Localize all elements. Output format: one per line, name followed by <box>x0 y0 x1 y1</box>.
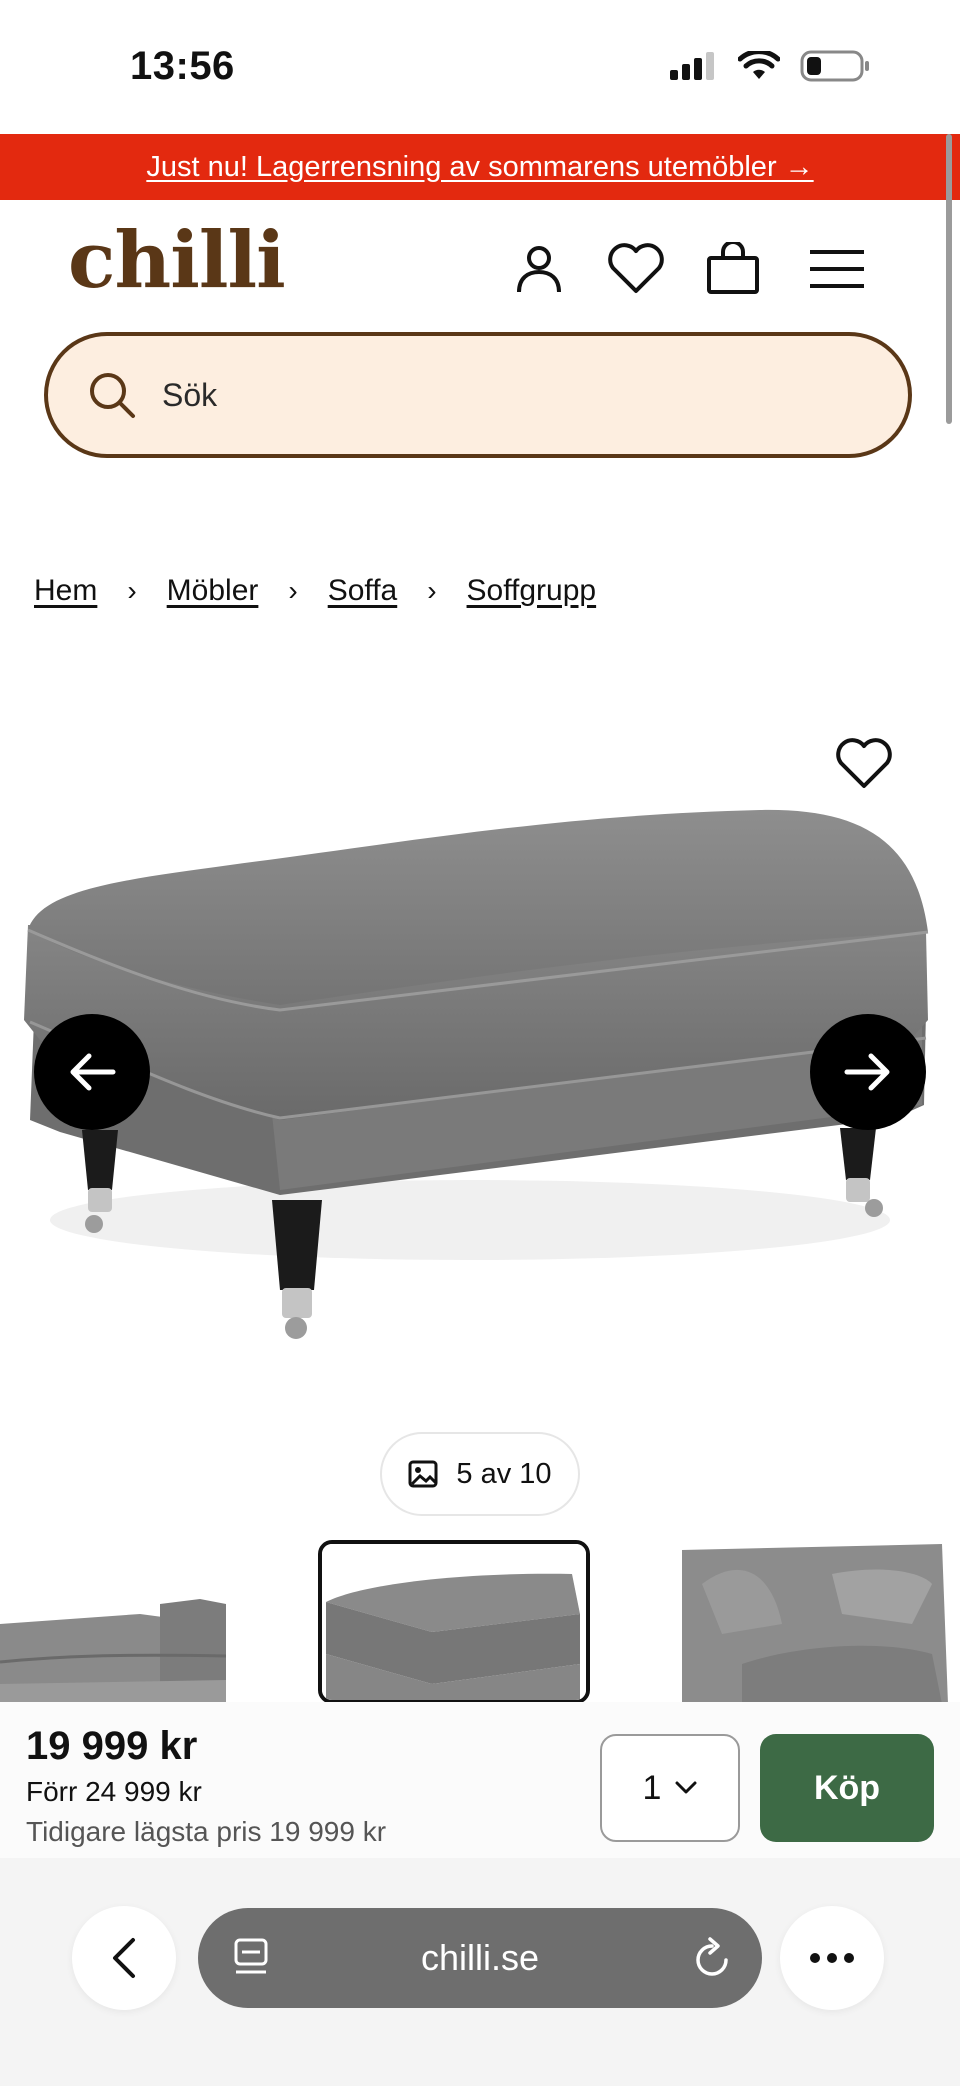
buy-button[interactable]: Köp <box>760 1734 934 1842</box>
quantity-value: 1 <box>642 1768 662 1807</box>
product-price: 19 999 kr <box>26 1724 198 1768</box>
image-counter-text: 5 av 10 <box>456 1457 552 1490</box>
previous-price: Förr 24 999 kr <box>26 1776 202 1807</box>
arrow-left-icon <box>70 1053 116 1091</box>
cart-button[interactable] <box>704 240 762 298</box>
heart-icon <box>608 243 664 293</box>
thumbnail-ottoman-active[interactable] <box>318 1540 590 1704</box>
search-icon <box>90 373 135 418</box>
back-button[interactable] <box>72 1906 176 2010</box>
breadcrumb-item-hem[interactable]: Hem <box>34 574 97 608</box>
menu-button[interactable] <box>808 240 866 298</box>
search-bar[interactable] <box>44 332 912 458</box>
chevron-down-icon <box>675 1781 697 1794</box>
logo[interactable]: chilli <box>68 222 286 300</box>
heart-icon <box>836 738 892 788</box>
address-bar[interactable]: chilli.se <box>198 1908 762 2008</box>
search-input[interactable] <box>160 375 864 415</box>
thumbnail-sofa[interactable] <box>0 1544 226 1708</box>
url-text: chilli.se <box>420 1937 540 1978</box>
more-icon <box>810 1953 854 1963</box>
scrollbar[interactable] <box>946 134 952 424</box>
account-icon <box>517 246 561 293</box>
thumbnail-image <box>682 1544 954 1704</box>
bag-icon <box>707 242 759 294</box>
arrow-right-icon <box>844 1053 890 1091</box>
breadcrumb-item-mobler[interactable]: Möbler <box>167 574 259 608</box>
breadcrumb-item-soffgrupp[interactable]: Soffgrupp <box>467 574 597 608</box>
reload-icon[interactable] <box>692 1936 732 1980</box>
breadcrumb-separator: › <box>127 575 137 606</box>
thumbnail-image <box>0 1544 226 1704</box>
add-to-favorites-button[interactable] <box>834 736 894 792</box>
promo-link[interactable]: Just nu! Lagerrensning av sommarens utem… <box>146 151 813 184</box>
status-time: 13:56 <box>130 44 235 88</box>
breadcrumb-separator: › <box>288 575 298 606</box>
previous-image-button[interactable] <box>34 1014 150 1130</box>
breadcrumb: Hem › Möbler › Soffa › Soffgrupp <box>34 574 596 608</box>
quantity-select[interactable]: 1 <box>600 1734 740 1842</box>
back-icon <box>113 1938 135 1978</box>
image-counter[interactable]: 5 av 10 <box>380 1432 580 1516</box>
lowest-price-note: Tidigare lägsta pris 19 999 kr <box>26 1816 387 1847</box>
wifi-icon <box>738 51 780 79</box>
next-image-button[interactable] <box>810 1014 926 1130</box>
breadcrumb-item-soffa[interactable]: Soffa <box>328 574 398 608</box>
menu-icon <box>810 250 864 288</box>
status-icons <box>670 50 870 82</box>
image-icon <box>408 1460 438 1488</box>
more-button[interactable] <box>780 1906 884 2010</box>
product-image <box>24 809 929 1339</box>
thumbnail-image <box>322 1544 586 1700</box>
promo-banner: Just nu! Lagerrensning av sommarens utem… <box>0 134 960 200</box>
thumbnail-armchair[interactable] <box>682 1544 954 1708</box>
battery-icon <box>800 50 869 82</box>
account-button[interactable] <box>510 240 568 298</box>
tabs-icon[interactable] <box>234 1938 268 1978</box>
signal-icon <box>670 52 714 80</box>
breadcrumb-separator: › <box>427 575 437 606</box>
wishlist-button[interactable] <box>604 240 668 298</box>
